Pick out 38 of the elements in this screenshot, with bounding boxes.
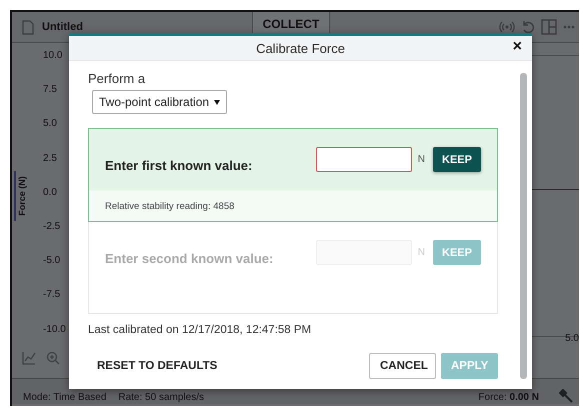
- axis-tick-label: 10.0: [43, 50, 62, 61]
- document-icon[interactable]: [22, 20, 34, 34]
- close-button[interactable]: ×: [510, 38, 524, 56]
- axis-tick-label: -10.0: [43, 324, 66, 335]
- keep-button[interactable]: KEEP: [433, 147, 481, 172]
- known-value-field[interactable]: [316, 147, 412, 172]
- zoom-icon[interactable]: [46, 351, 60, 365]
- step-prompt: Enter second known value:: [105, 251, 274, 266]
- document-title: Untitled: [42, 21, 83, 33]
- unit-label: N: [418, 154, 425, 165]
- wireless-icon[interactable]: [498, 21, 515, 33]
- collect-button[interactable]: COLLECT: [252, 12, 330, 34]
- stability-reading: Relative stability reading: 4858: [105, 200, 234, 212]
- cancel-button[interactable]: CANCEL: [369, 353, 436, 379]
- axis-tick-label: 5.0: [43, 118, 57, 130]
- mode-status: Mode: Time Based: [23, 392, 106, 403]
- axis-tick-label: -5.0: [43, 255, 60, 266]
- scrollbar[interactable]: [520, 73, 527, 379]
- more-icon[interactable]: [562, 25, 575, 29]
- dialog-title: Calibrate Force: [256, 40, 345, 56]
- wrench-icon[interactable]: [559, 389, 573, 403]
- undo-icon[interactable]: [520, 20, 535, 34]
- last-calibrated-text: Last calibrated on 12/17/2018, 12:47:58 PM: [88, 324, 312, 336]
- y-axis-label: Force (N): [16, 176, 27, 216]
- axis-tick-label: 0.0: [43, 186, 57, 198]
- axis-tick-label: 7.5: [43, 84, 57, 96]
- step-prompt: Enter first known value:: [105, 158, 254, 173]
- axis-tick-label: -2.5: [43, 221, 60, 232]
- layout-icon[interactable]: [540, 19, 557, 35]
- rate-status: Rate: 50 samples/s: [118, 392, 204, 403]
- axis-tick-label: 5.0: [565, 333, 579, 344]
- reset-button[interactable]: RESET TO DEFAULTS: [88, 353, 226, 379]
- axis-tick-label: 2.5: [43, 152, 57, 164]
- calibration-method-dropdown[interactable]: Two-point calibration: [92, 90, 228, 114]
- force-reading: Force: 0.00 N: [478, 392, 539, 403]
- method-label: Perform a: [88, 71, 146, 86]
- chart-icon[interactable]: [22, 351, 36, 365]
- axis-tick-label: -7.5: [43, 289, 60, 300]
